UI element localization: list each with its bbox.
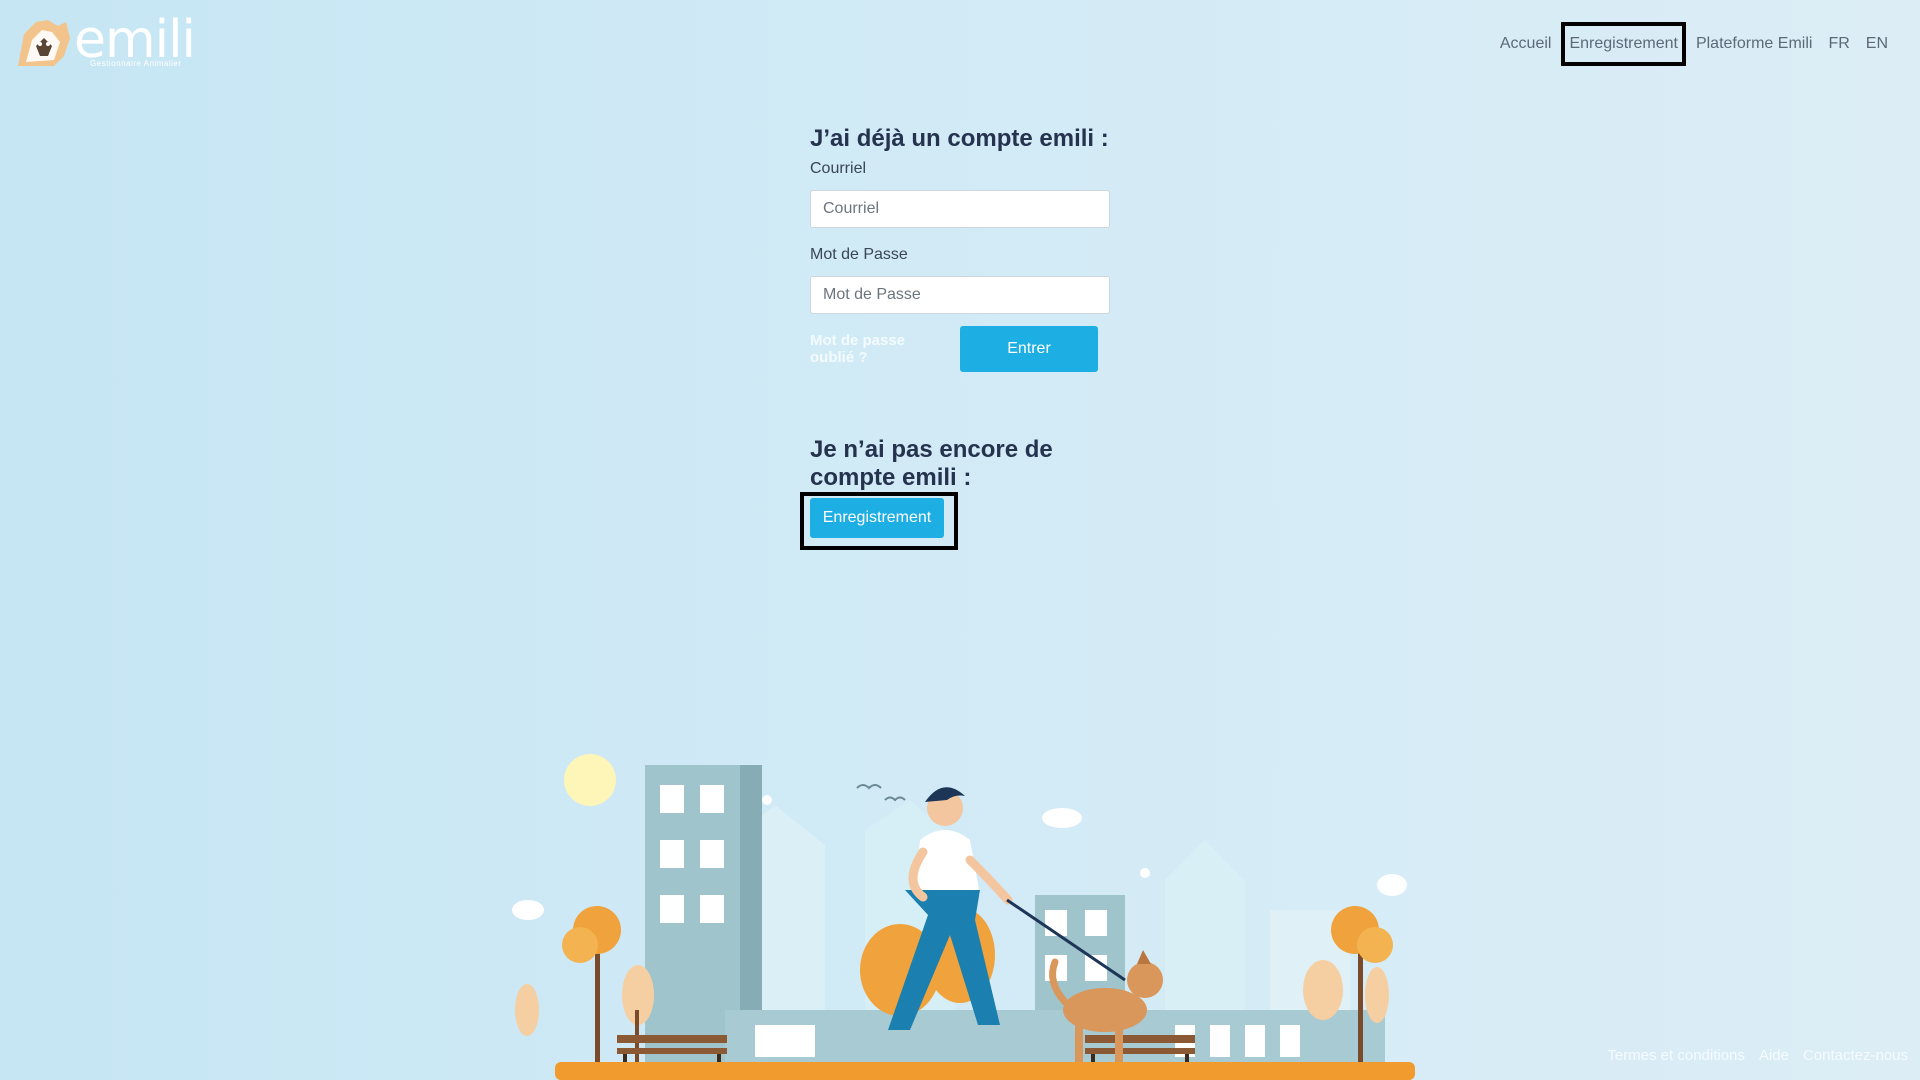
nav-lang-fr[interactable]: FR <box>1820 24 1857 64</box>
forgot-password-link[interactable]: Mot de passe oublié ? <box>810 332 930 366</box>
city-park-dog-walk-illustration <box>512 754 1415 1080</box>
brand-logo[interactable]: emili Gestionnaire Animalier <box>14 14 196 72</box>
password-label: Mot de Passe <box>810 246 908 263</box>
register-section: Je n’ai pas encore de compte emili : Enr… <box>800 436 1110 550</box>
dog-cat-logo-icon <box>18 20 70 66</box>
footer-contact-link[interactable]: Contactez-nous <box>1803 1047 1908 1064</box>
brand-tagline: Gestionnaire Animalier <box>90 59 182 68</box>
login-form: J’ai déjà un compte emili : Courriel Mot… <box>810 124 1110 392</box>
email-label: Courriel <box>810 160 867 177</box>
register-button[interactable]: Enregistrement <box>810 498 944 538</box>
footer-terms-link[interactable]: Termes et conditions <box>1607 1047 1745 1064</box>
register-title: Je n’ai pas encore de compte emili : <box>810 436 1053 491</box>
nav-lang-en[interactable]: EN <box>1858 24 1896 64</box>
enter-button[interactable]: Entrer <box>960 326 1098 372</box>
nav-accueil[interactable]: Accueil <box>1492 24 1560 64</box>
footer-help-link[interactable]: Aide <box>1759 1047 1789 1064</box>
email-input[interactable] <box>810 190 1110 228</box>
nav-plateforme-emili[interactable]: Plateforme Emili <box>1688 24 1820 64</box>
top-nav: Accueil Enregistrement Plateforme Emili … <box>1492 22 1896 66</box>
password-input[interactable] <box>810 276 1110 314</box>
footer: Termes et conditions Aide Contactez-nous <box>1607 1047 1908 1064</box>
login-title: J’ai déjà un compte emili : <box>810 125 1109 152</box>
nav-enregistrement[interactable]: Enregistrement <box>1561 22 1686 66</box>
